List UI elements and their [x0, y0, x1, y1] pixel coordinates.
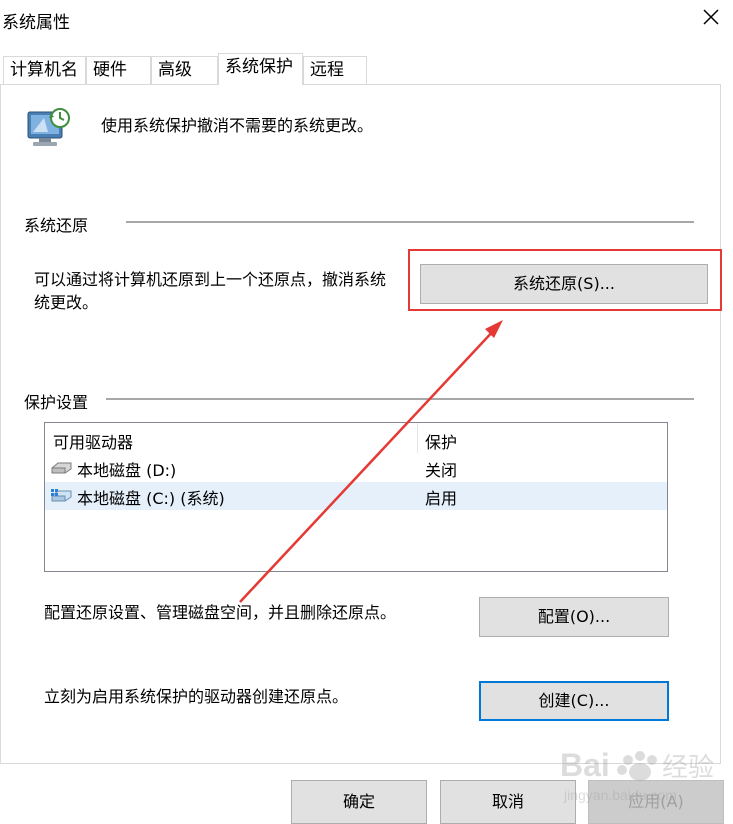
- restore-group-title: 系统还原: [24, 216, 89, 235]
- drive-protection-status: 关闭: [425, 461, 458, 480]
- tab-computer-name[interactable]: 计算机名: [3, 56, 86, 84]
- restore-description-line1: 可以通过将计算机还原到上一个还原点，撤消系统: [34, 270, 387, 289]
- cancel-button[interactable]: 取消: [440, 780, 576, 824]
- drive-protection-status: 启用: [425, 489, 458, 508]
- create-button[interactable]: 创建(C)...: [479, 681, 669, 721]
- column-protection[interactable]: 保护: [425, 429, 457, 453]
- column-available-drives[interactable]: 可用驱动器: [53, 429, 133, 453]
- restore-description-line2: 统更改。: [34, 293, 99, 312]
- drive-row-d[interactable]: 本地磁盘 (D:) 关闭: [45, 454, 667, 482]
- svg-text:jingyan.baidu.com: jingyan.baidu.com: [563, 787, 677, 803]
- drive-row-c[interactable]: 本地磁盘 (C:) (系统) 启用: [45, 482, 667, 510]
- svg-text:Bai: Bai: [560, 747, 610, 783]
- tab-hardware[interactable]: 硬件: [86, 56, 151, 84]
- system-protection-icon: [27, 108, 70, 146]
- baidu-watermark-logo: Bai 经验 jingyan.baidu.com: [560, 747, 714, 803]
- column-separator[interactable]: [417, 423, 418, 453]
- protection-group-divider: [106, 398, 694, 400]
- drive-icon: [51, 462, 72, 474]
- list-header: 可用驱动器 保护: [45, 423, 667, 453]
- restore-group-divider: [126, 221, 694, 223]
- drive-name: 本地磁盘 (C:) (系统): [77, 489, 225, 508]
- create-description: 立刻为启用系统保护的驱动器创建还原点。: [44, 687, 349, 706]
- tab-system-protection[interactable]: 系统保护: [218, 53, 303, 85]
- tab-advanced[interactable]: 高级: [151, 56, 218, 84]
- drives-list[interactable]: 可用驱动器 保护 本地磁盘 (D:) 关闭 本地磁盘 (C:) (系统) 启用: [44, 422, 668, 572]
- window-title: 系统属性: [2, 13, 70, 33]
- annotation-highlight-box: [408, 249, 722, 311]
- tab-remote[interactable]: 远程: [303, 56, 367, 84]
- ok-button[interactable]: 确定: [291, 780, 427, 824]
- drive-name: 本地磁盘 (D:): [77, 461, 177, 480]
- system-drive-icon: [51, 489, 72, 502]
- configure-description: 配置还原设置、管理磁盘空间，并且删除还原点。: [44, 603, 397, 622]
- protection-group-title: 保护设置: [24, 393, 89, 412]
- configure-button[interactable]: 配置(O)...: [479, 597, 669, 637]
- intro-text: 使用系统保护撤消不需要的系统更改。: [101, 116, 374, 135]
- close-icon[interactable]: [700, 6, 722, 28]
- svg-text:经验: 经验: [662, 753, 714, 783]
